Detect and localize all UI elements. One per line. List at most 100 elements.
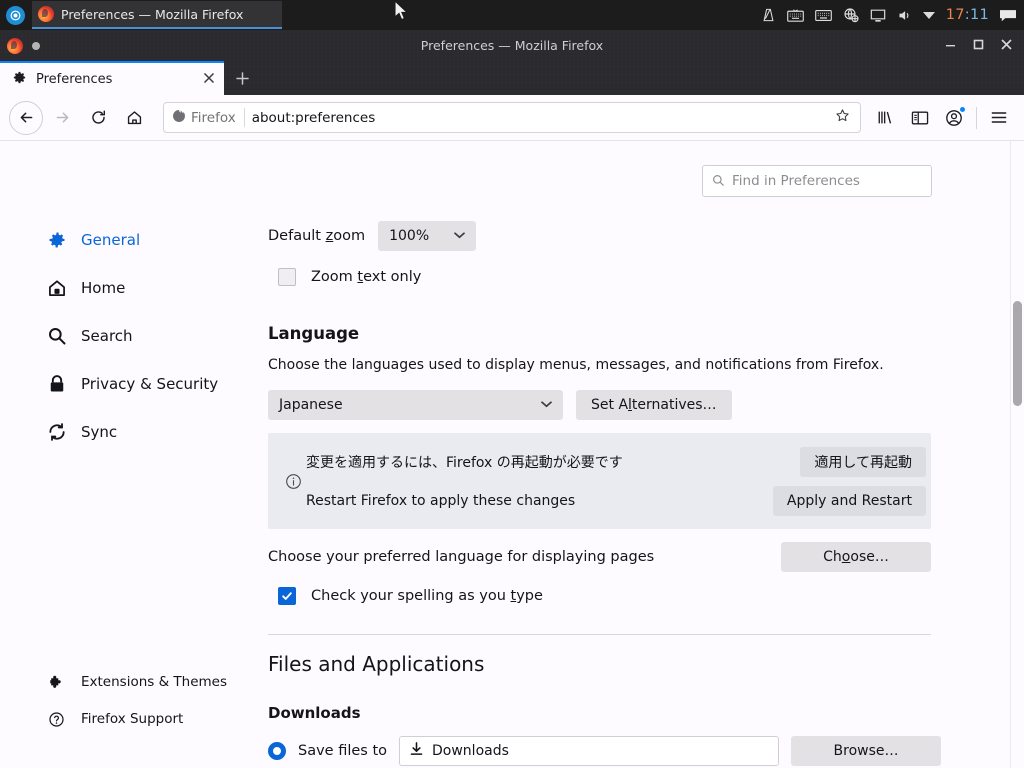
apply-and-restart-button-japanese[interactable]: 適用して再起動 (800, 446, 926, 477)
restart-notification-row-en: Restart Firefox to apply these changes A… (306, 481, 926, 520)
save-files-to-row: Save files to Downloads Browse… (268, 736, 1010, 766)
language-row: Japanese Set Al ternatives… (268, 390, 1010, 420)
firefox-brand-icon (172, 108, 186, 127)
sidebar-bottom-group: Extensions & Themes Firefox Support (0, 671, 245, 745)
preferred-language-row: Choose your preferred language for displ… (268, 542, 931, 572)
volume-icon[interactable] (897, 8, 912, 23)
set-alternatives-label-pre: Set A (591, 397, 629, 413)
navigation-toolbar: Firefox about:preferences (0, 95, 1024, 140)
sidebar-item-extensions-themes[interactable]: Extensions & Themes (0, 671, 245, 693)
system-tray: 17:11 (761, 7, 1024, 23)
sidebar-item-label: General (81, 231, 141, 249)
zoom-text-only-label-post: ext only (363, 269, 422, 285)
firefox-logo-icon (7, 37, 23, 54)
sidebar-item-search[interactable]: Search (0, 321, 245, 351)
default-zoom-label: Default zoom (268, 228, 365, 244)
sidebar-icon[interactable] (904, 102, 936, 134)
info-circle-icon (280, 473, 306, 490)
sidebar-item-general[interactable]: General (0, 225, 245, 255)
zoom-text-only-checkbox[interactable] (278, 268, 296, 286)
tab-strip: Preferences (0, 61, 1024, 95)
lock-icon (46, 374, 67, 394)
choose-button-label-pre: Ch (823, 549, 842, 565)
default-zoom-row: Default zoom 100% (268, 221, 1010, 251)
forward-button[interactable] (45, 101, 79, 135)
question-circle-icon (46, 711, 67, 728)
zoom-text-only-row[interactable]: Zoom text only (268, 268, 1010, 286)
maximize-button[interactable] (971, 39, 985, 53)
sidebar-item-home[interactable]: Home (0, 273, 245, 303)
set-alternatives-label-post: ternatives… (631, 397, 717, 413)
language-description: Choose the languages used to display men… (268, 357, 884, 373)
preferences-sidebar: General Home Search Privacy & Security S… (0, 141, 245, 768)
set-alternatives-button[interactable]: Set Al ternatives… (576, 390, 732, 420)
clock-minutes: 11 (969, 7, 989, 23)
spellcheck-label: Check your spelling as you type (311, 588, 543, 604)
bookmark-star-icon[interactable] (835, 108, 852, 127)
toolbar-separator (976, 106, 977, 129)
default-zoom-value: 100% (389, 228, 430, 244)
restart-message-japanese: 変更を適用するには、Firefox の再起動が必要です (306, 454, 623, 471)
sidebar-item-label: Search (81, 327, 133, 345)
default-zoom-select[interactable]: 100% (378, 221, 477, 251)
save-files-to-radio[interactable] (268, 742, 286, 760)
metronome-icon[interactable] (761, 7, 776, 23)
identity-label: Firefox (191, 109, 236, 126)
sidebar-item-label: Firefox Support (81, 711, 184, 727)
notification-icon[interactable] (1000, 9, 1016, 22)
page-scrollbar-thumb[interactable] (1013, 301, 1022, 406)
identity-box[interactable]: Firefox (172, 108, 245, 127)
window-title: Preferences — Mozilla Firefox (420, 38, 604, 53)
os-menu-button[interactable] (0, 0, 30, 30)
zoom-text-only-label: Zoom text only (311, 269, 421, 285)
display-icon[interactable] (870, 8, 886, 23)
url-text[interactable]: about:preferences (252, 110, 828, 126)
sidebar-item-sync[interactable]: Sync (0, 417, 245, 447)
account-icon[interactable] (938, 102, 970, 134)
restart-notification-rows: 変更を適用するには、Firefox の再起動が必要です 適用して再起動 Rest… (306, 442, 926, 520)
restart-notification: 変更を適用するには、Firefox の再起動が必要です 適用して再起動 Rest… (268, 433, 931, 529)
url-bar[interactable]: Firefox about:preferences (163, 102, 861, 133)
apply-and-restart-button[interactable]: Apply and Restart (772, 485, 926, 516)
preferred-language-label: Choose your preferred language for displ… (268, 549, 655, 565)
save-files-to-label: Save files to (298, 743, 388, 759)
back-button[interactable] (9, 100, 43, 135)
language-selected-value: Japanese (279, 397, 343, 413)
browse-button[interactable]: Browse… (791, 736, 942, 766)
sidebar-item-label: Privacy & Security (81, 375, 219, 393)
tab-preferences[interactable]: Preferences (0, 61, 224, 95)
choose-language-button[interactable]: Ch o ose… (781, 542, 931, 572)
home-button[interactable] (117, 101, 151, 135)
tray-clock[interactable]: 17:11 (946, 7, 989, 23)
default-zoom-label-post: oom (333, 228, 366, 244)
spellcheck-checkbox[interactable] (278, 587, 296, 605)
section-divider (268, 634, 931, 635)
page-scrollbar-track[interactable] (1010, 141, 1024, 768)
close-button[interactable] (999, 38, 1013, 53)
new-tab-button[interactable] (224, 61, 260, 95)
window-dot-indicator (32, 41, 40, 50)
chevron-down-icon[interactable] (922, 11, 935, 19)
download-folder-field[interactable]: Downloads (399, 736, 780, 766)
chevron-down-icon (541, 400, 552, 411)
spellcheck-label-post: ype (516, 588, 543, 604)
spellcheck-row[interactable]: Check your spelling as you type (268, 587, 1010, 605)
sidebar-item-firefox-support[interactable]: Firefox Support (0, 708, 245, 730)
sidebar-item-privacy-security[interactable]: Privacy & Security (0, 369, 245, 399)
network-globe-icon[interactable] (843, 7, 859, 23)
taskbar-window-button[interactable]: Preferences — Mozilla Firefox (32, 1, 282, 29)
keyboard-layout-icon[interactable] (814, 9, 832, 22)
chevron-down-icon (454, 231, 465, 242)
keyboard-icon[interactable] (786, 8, 804, 22)
library-icon[interactable] (870, 102, 902, 134)
tab-close-button[interactable] (203, 72, 215, 87)
minimize-button[interactable] (943, 39, 957, 53)
reload-button[interactable] (81, 101, 115, 135)
taskbar-window-title: Preferences — Mozilla Firefox (61, 6, 244, 22)
os-taskbar: Preferences — Mozilla Firefox 17:11 (0, 0, 1024, 30)
app-menu-button[interactable] (983, 102, 1015, 134)
language-select[interactable]: Japanese (268, 390, 563, 420)
spellcheck-label-pre: Check your spelling as you (311, 588, 511, 604)
sidebar-item-label: Home (81, 279, 126, 297)
sidebar-item-label: Extensions & Themes (81, 674, 228, 690)
